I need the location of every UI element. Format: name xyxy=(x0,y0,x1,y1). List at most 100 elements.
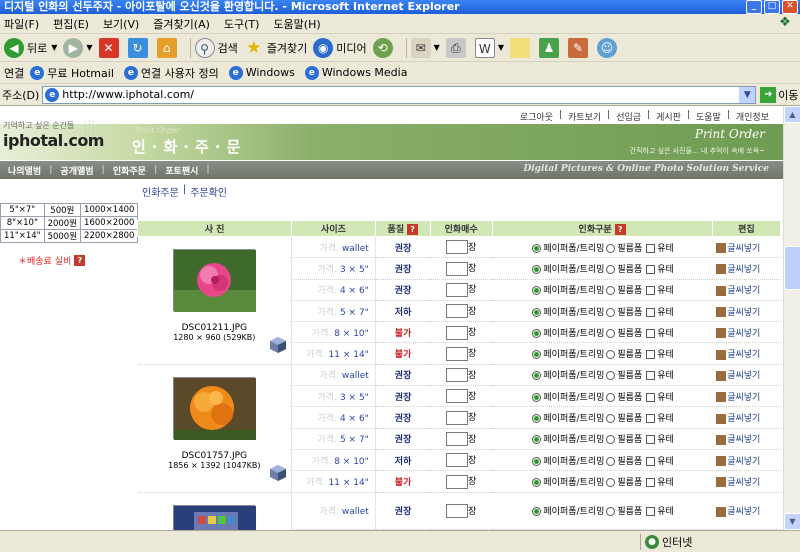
edit-cell[interactable]: 글씨넣기 xyxy=(712,406,781,429)
edit-cell[interactable]: 글씨넣기 xyxy=(712,257,781,280)
favorites-button[interactable]: ★ 즐겨찾기 xyxy=(244,38,307,58)
quantity-input[interactable] xyxy=(446,453,469,468)
quantity-input[interactable] xyxy=(446,504,469,519)
research-button[interactable]: ✎ xyxy=(567,37,591,58)
edit-cell[interactable]: 글씨넣기 xyxy=(712,385,781,408)
photo-thumbnail[interactable] xyxy=(173,504,257,530)
help-icon[interactable]: ? xyxy=(74,255,86,266)
top-link[interactable]: 도움말 xyxy=(696,110,721,123)
nav-item[interactable]: 공개앨범 xyxy=(52,164,101,177)
border-checkbox[interactable] xyxy=(646,286,656,296)
film-radio[interactable] xyxy=(606,264,616,274)
paper-trim-radio[interactable] xyxy=(532,392,542,402)
border-checkbox[interactable] xyxy=(646,371,656,381)
film-radio[interactable] xyxy=(606,507,616,517)
rotate-cube-icon[interactable] xyxy=(269,464,287,482)
paper-trim-radio[interactable] xyxy=(532,264,542,274)
quantity-input[interactable] xyxy=(446,410,469,425)
stop-button[interactable]: ✕ xyxy=(98,37,122,58)
film-radio[interactable] xyxy=(606,350,616,360)
edit-cell[interactable]: 글씨넣기 xyxy=(712,279,781,301)
scroll-up-icon[interactable]: ▲ xyxy=(784,106,800,123)
border-checkbox[interactable] xyxy=(646,435,656,445)
link-item[interactable]: e Windows xyxy=(228,65,295,80)
paper-trim-radio[interactable] xyxy=(532,307,542,317)
edit-cell[interactable]: 글씨넣기 xyxy=(712,470,781,493)
minimize-button[interactable]: _ xyxy=(746,0,762,14)
go-button[interactable]: ➜ 이동 xyxy=(760,86,799,103)
top-link[interactable]: 선입금 xyxy=(616,110,641,123)
help-icon[interactable]: ? xyxy=(407,224,419,235)
border-checkbox[interactable] xyxy=(646,350,656,360)
address-input[interactable]: e http://www.iphotal.com/ ▼ xyxy=(42,85,757,104)
nav-item[interactable]: 인화주문 xyxy=(105,164,154,177)
edit-cell[interactable]: 글씨넣기 xyxy=(712,342,781,365)
menu-item[interactable]: 도구(T) xyxy=(224,16,260,32)
paper-trim-radio[interactable] xyxy=(532,414,542,424)
film-radio[interactable] xyxy=(606,371,616,381)
vertical-scrollbar[interactable]: ▲ ▼ xyxy=(783,106,800,530)
border-checkbox[interactable] xyxy=(646,414,656,424)
film-radio[interactable] xyxy=(606,286,616,296)
quantity-input[interactable] xyxy=(446,389,469,404)
quantity-input[interactable] xyxy=(446,282,469,297)
top-link[interactable]: 게시판 xyxy=(656,110,681,123)
link-item[interactable]: e 무료 Hotmail xyxy=(30,65,114,81)
subnav-link[interactable]: 인화주문 xyxy=(142,184,179,199)
top-link[interactable]: 카트보기 xyxy=(568,110,601,123)
edit-button[interactable]: W ▼ xyxy=(474,37,504,58)
border-checkbox[interactable] xyxy=(646,328,656,338)
link-item[interactable]: e 연결 사용자 정의 xyxy=(123,65,219,81)
border-checkbox[interactable] xyxy=(646,456,656,466)
border-checkbox[interactable] xyxy=(646,243,656,253)
border-checkbox[interactable] xyxy=(646,477,656,487)
media-button[interactable]: ◉ 미디어 xyxy=(313,37,367,58)
quantity-input[interactable] xyxy=(446,261,469,276)
menu-item[interactable]: 파일(F) xyxy=(4,16,39,32)
quantity-input[interactable] xyxy=(446,346,469,361)
quantity-input[interactable] xyxy=(446,325,469,340)
nav-item[interactable]: 나의앨범 xyxy=(0,164,49,177)
border-checkbox[interactable] xyxy=(646,507,656,517)
nav-item[interactable]: 포토팬시 xyxy=(157,164,206,177)
home-button[interactable]: ⌂ xyxy=(156,37,180,58)
film-radio[interactable] xyxy=(606,243,616,253)
top-link[interactable]: 개인정보 xyxy=(736,110,769,123)
discuss-button[interactable] xyxy=(509,37,533,58)
history-button[interactable]: ⟲ xyxy=(372,37,396,58)
chevron-down-icon[interactable]: ▼ xyxy=(51,43,57,52)
subnav-link[interactable]: 주문확인 xyxy=(190,184,227,199)
film-radio[interactable] xyxy=(606,456,616,466)
top-link[interactable]: 로그아웃 xyxy=(520,110,553,123)
paper-trim-radio[interactable] xyxy=(532,243,542,253)
edit-cell[interactable]: 글씨넣기 xyxy=(712,449,781,472)
film-radio[interactable] xyxy=(606,392,616,402)
back-button[interactable]: ◀ 뒤로 ▼ xyxy=(4,37,57,58)
maximize-button[interactable]: □ xyxy=(764,0,780,14)
paper-trim-radio[interactable] xyxy=(532,456,542,466)
menu-item[interactable]: 도움말(H) xyxy=(273,16,320,32)
film-radio[interactable] xyxy=(606,328,616,338)
edit-cell[interactable]: 글씨넣기 xyxy=(712,364,781,387)
film-radio[interactable] xyxy=(606,307,616,317)
menu-item[interactable]: 보기(V) xyxy=(103,16,139,32)
link-item[interactable]: e Windows Media xyxy=(304,65,407,80)
help-icon[interactable]: ? xyxy=(614,224,626,235)
rotate-cube-icon[interactable] xyxy=(269,336,287,354)
chevron-down-icon[interactable]: ▼ xyxy=(498,43,504,52)
edit-cell[interactable]: 글씨넣기 xyxy=(712,236,781,259)
quantity-input[interactable] xyxy=(446,474,469,489)
film-radio[interactable] xyxy=(606,435,616,445)
border-checkbox[interactable] xyxy=(646,392,656,402)
address-dropdown-icon[interactable]: ▼ xyxy=(739,86,756,103)
edit-cell[interactable]: 글씨넣기 xyxy=(712,428,781,450)
edit-cell[interactable]: 글씨넣기 xyxy=(712,492,781,530)
paper-trim-radio[interactable] xyxy=(532,350,542,360)
scroll-thumb[interactable] xyxy=(784,246,800,290)
close-button[interactable]: ✕ xyxy=(782,0,798,14)
scroll-down-icon[interactable]: ▼ xyxy=(784,513,800,530)
edit-cell[interactable]: 글씨넣기 xyxy=(712,300,781,323)
search-button[interactable]: ⚲ 검색 xyxy=(194,37,238,58)
border-checkbox[interactable] xyxy=(646,307,656,317)
menu-item[interactable]: 편집(E) xyxy=(53,16,89,32)
